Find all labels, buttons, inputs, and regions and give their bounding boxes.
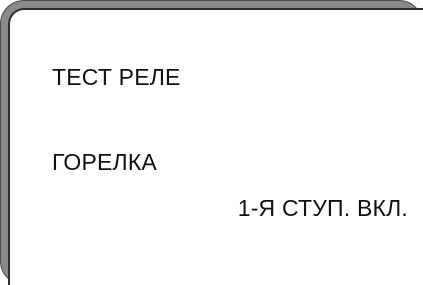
relay-item-label: ГОРЕЛКА xyxy=(52,149,157,175)
relay-item-value: 1-Я СТУП. ВКЛ. xyxy=(237,195,408,221)
display-screen xyxy=(8,8,423,285)
menu-title: ТЕСТ РЕЛЕ xyxy=(52,64,181,90)
